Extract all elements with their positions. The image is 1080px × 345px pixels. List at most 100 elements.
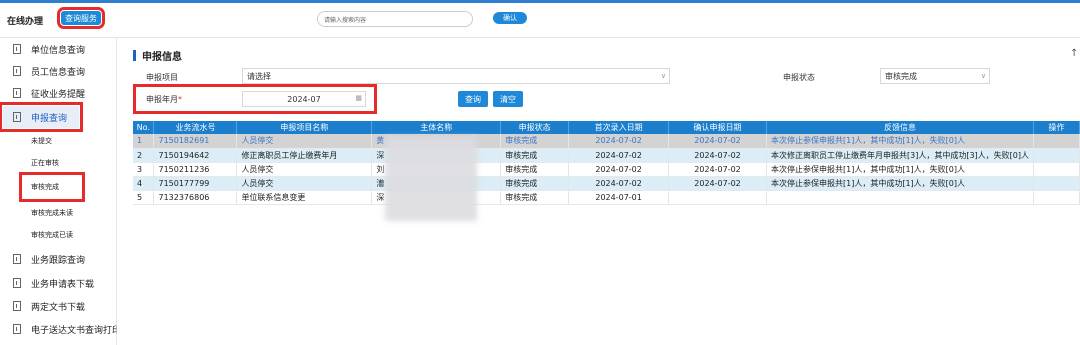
sidebar-item-doc-download[interactable]: 两定文书下载 <box>0 295 117 317</box>
search-input[interactable]: 请输入搜索内容 <box>317 11 473 27</box>
cell-feedback: 本次修正离职员工停止缴费年月申报共[3]人，其中成功[3]人，失败[0]人 <box>766 148 1034 163</box>
cell-status: 审核完成 <box>500 176 570 191</box>
sidebar-item-unit-info[interactable]: 单位信息查询 <box>0 38 117 60</box>
cell-first-date: 2024-07-02 <box>568 162 670 177</box>
col-feedback: 反馈信息 <box>766 121 1034 134</box>
sidebar-item-label: 单位信息查询 <box>31 45 86 56</box>
document-icon <box>13 278 21 288</box>
sidebar-item-form-download[interactable]: 业务申请表下载 <box>0 272 117 294</box>
table-row[interactable]: 4 7150177799 人员停交漕审核完成 2024-07-02 2024-07-02… <box>133 176 1080 191</box>
cell-feedback: 本次停止参保申报共[1]人，其中成功[1]人，失败[0]人 <box>766 162 1034 177</box>
cell-serial: 7150177799 <box>153 176 238 191</box>
cell-confirm-date: 2024-07-02 <box>668 134 767 149</box>
cell-no: 4 <box>133 176 155 191</box>
brand-label: 在线办理 <box>7 17 44 27</box>
cell-action[interactable] <box>1033 134 1080 149</box>
month-input[interactable]: 2024-07 ▦ <box>242 91 366 107</box>
cell-action[interactable] <box>1033 148 1080 163</box>
sidebar: 单位信息查询 员工信息查询 征收业务提醒 申报查询 未提交 正在审核 审核完成 … <box>0 38 117 345</box>
cell-action[interactable] <box>1033 162 1080 177</box>
sidebar-item-label: 业务申请表下载 <box>31 279 95 290</box>
collapse-arrow-icon[interactable]: ↑ <box>1070 48 1078 59</box>
table-row[interactable]: 3 7150211236 人员停交刘审核完成 2024-07-02 2024-07-02… <box>133 162 1080 177</box>
sidebar-item-label: 业务跟踪查询 <box>31 255 86 266</box>
sidebar-item-tracking[interactable]: 业务跟踪查询 <box>0 248 117 270</box>
clear-button[interactable]: 清空 <box>493 91 523 107</box>
cell-no: 3 <box>133 162 155 177</box>
cell-item-name: 修正离职员工停止缴费年月 <box>236 148 373 163</box>
cell-item-name: 人员停交 <box>236 162 373 177</box>
table-row[interactable]: 2 7150194642 修正离职员工停止缴费年月深审核完成 2024-07-02 20… <box>133 148 1080 163</box>
document-icon <box>13 44 21 54</box>
sidebar-item-declaration-query[interactable]: 申报查询 <box>0 102 83 132</box>
cell-item-name: 单位联系信息变更 <box>236 190 373 205</box>
item-select[interactable]: 请选择 ∨ <box>242 68 670 84</box>
chevron-down-icon: ∨ <box>980 72 986 80</box>
confirm-button[interactable]: 确认 <box>493 12 527 24</box>
col-subject: 主体名称 <box>371 121 502 134</box>
cell-action[interactable] <box>1033 190 1080 205</box>
document-icon <box>13 88 21 98</box>
cell-action[interactable] <box>1033 176 1080 191</box>
calendar-icon[interactable]: ▦ <box>355 94 362 102</box>
chevron-down-icon: ∨ <box>660 72 666 80</box>
col-status: 申报状态 <box>500 121 570 134</box>
cell-first-date: 2024-07-02 <box>568 134 670 149</box>
month-input-value: 2024-07 <box>287 94 321 104</box>
cell-item-name: 人员停交 <box>236 176 373 191</box>
sidebar-item-label: 征收业务提醒 <box>31 89 86 100</box>
table-row[interactable]: 1 7150182691 人员停交黄审核完成 2024-07-02 2024-07-02… <box>133 134 1080 149</box>
cell-first-date: 2024-07-02 <box>568 148 670 163</box>
required-mark: * <box>178 95 182 104</box>
month-label: 申报年月* <box>146 94 182 105</box>
status-label: 申报状态 <box>783 73 815 82</box>
sub-item-complete-unread[interactable]: 审核完成未读 <box>0 202 117 224</box>
sub-item-complete-read[interactable]: 审核完成已读 <box>0 224 117 246</box>
document-icon <box>13 112 21 122</box>
sidebar-item-employee-info[interactable]: 员工信息查询 <box>0 60 117 82</box>
cell-first-date: 2024-07-01 <box>568 190 670 205</box>
sidebar-item-edoc-print[interactable]: 电子送达文书查询打印 <box>0 318 117 340</box>
cell-status: 审核完成 <box>500 134 570 149</box>
redaction-blur <box>385 137 477 221</box>
table-header-row: No. 业务流水号 申报项目名称 主体名称 申报状态 首次录入日期 确认申报日期… <box>133 121 1080 134</box>
top-bar: 在线办理 查询服务 请输入搜索内容 确认 <box>0 0 1080 38</box>
status-select-value: 审核完成 <box>885 71 917 81</box>
sub-item-reviewing[interactable]: 正在审核 <box>0 152 117 174</box>
month-label-text: 申报年月 <box>146 95 178 104</box>
sub-item-not-submitted[interactable]: 未提交 <box>0 130 117 152</box>
col-confirm-date: 确认申报日期 <box>668 121 767 134</box>
col-first-date: 首次录入日期 <box>568 121 670 134</box>
cell-serial: 7150182691 <box>153 134 238 149</box>
document-icon <box>13 324 21 334</box>
sidebar-item-reminder[interactable]: 征收业务提醒 <box>0 82 117 104</box>
document-icon <box>13 254 21 264</box>
item-label: 申报项目 <box>146 73 178 82</box>
cell-confirm-date: 2024-07-02 <box>668 148 767 163</box>
cell-feedback: 本次停止参保申报共[1]人，其中成功[1]人，失败[0]人 <box>766 134 1034 149</box>
title-accent-bar <box>133 50 136 61</box>
col-no: No. <box>133 121 155 134</box>
sidebar-item-label: 电子送达文书查询打印 <box>31 325 117 336</box>
document-icon <box>13 301 21 311</box>
sub-item-review-complete[interactable]: 审核完成 <box>19 172 85 202</box>
query-service-tab[interactable]: 查询服务 <box>57 7 105 29</box>
cell-no: 5 <box>133 190 155 205</box>
cell-first-date: 2024-07-02 <box>568 176 670 191</box>
document-icon <box>13 66 21 76</box>
status-select[interactable]: 审核完成 ∨ <box>880 68 990 84</box>
item-select-value: 请选择 <box>247 71 271 81</box>
col-serial: 业务流水号 <box>153 121 238 134</box>
col-item-name: 申报项目名称 <box>236 121 373 134</box>
cell-status: 审核完成 <box>500 148 570 163</box>
cell-no: 2 <box>133 148 155 163</box>
panel-title-text: 申报信息 <box>142 52 182 63</box>
sidebar-item-label: 两定文书下载 <box>31 302 86 313</box>
cell-no: 1 <box>133 134 155 149</box>
results-table: No. 业务流水号 申报项目名称 主体名称 申报状态 首次录入日期 确认申报日期… <box>133 121 1080 205</box>
cell-status: 审核完成 <box>500 190 570 205</box>
cell-serial: 7150194642 <box>153 148 238 163</box>
query-button[interactable]: 查询 <box>458 91 488 107</box>
table-row[interactable]: 5 7132376806 单位联系信息变更深审核完成 2024-07-01 <box>133 190 1080 205</box>
cell-feedback: 本次停止参保申报共[1]人，其中成功[1]人，失败[0]人 <box>766 176 1034 191</box>
